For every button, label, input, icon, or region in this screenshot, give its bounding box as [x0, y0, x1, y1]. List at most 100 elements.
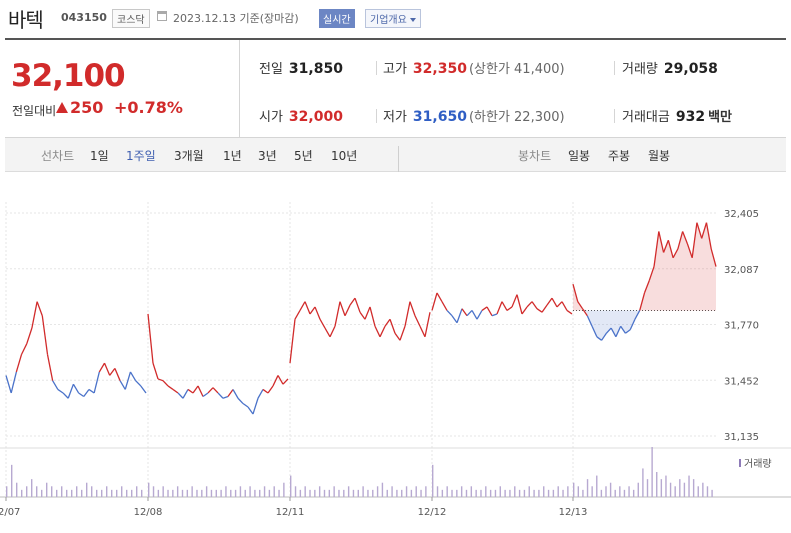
- volume-bar: [692, 479, 695, 497]
- company-overview-label: 기업개요: [370, 15, 407, 26]
- volume-bar: [557, 486, 559, 497]
- high-label: 고가: [383, 62, 407, 77]
- volume-bar: [21, 489, 23, 497]
- price-segment: [419, 325, 426, 338]
- period-1y[interactable]: 1년: [223, 147, 242, 164]
- price-segment: [5, 375, 12, 394]
- y-tick-label: 31,135: [724, 432, 759, 443]
- market-badge: 코스닥: [112, 9, 150, 28]
- open-label: 시가: [259, 110, 283, 125]
- price-segment: [309, 306, 316, 315]
- price-segment: [566, 309, 573, 315]
- volume-bar: [234, 489, 237, 497]
- volume-bar: [111, 489, 113, 497]
- prev-close-stat: 전일 31,850: [259, 58, 343, 77]
- volume-bar: [552, 489, 555, 497]
- price-segment: [531, 301, 538, 310]
- volume-bar: [470, 486, 473, 497]
- volume-bar: [96, 489, 98, 497]
- volume-bars: [6, 447, 713, 497]
- divider: [376, 109, 377, 123]
- period-3y[interactable]: 3년: [258, 147, 277, 164]
- price-chart[interactable]: 32,40532,08731,77031,45231,135 12/0712/0…: [0, 172, 791, 533]
- price-change-value: 250: [70, 98, 104, 117]
- price-segment: [10, 371, 18, 394]
- candle-monthly[interactable]: 월봉: [648, 147, 670, 164]
- price-segment: [187, 388, 194, 394]
- price-segment: [486, 306, 493, 317]
- volume-bar: [121, 486, 123, 497]
- price-segment: [109, 368, 116, 376]
- price-segment: [334, 301, 341, 327]
- price-segment: [441, 301, 448, 311]
- candle-chart-title: 봉차트: [518, 149, 552, 163]
- volume-bar: [614, 489, 616, 497]
- y-tick-label: 31,770: [724, 321, 759, 332]
- volume-bar: [523, 489, 526, 497]
- price-segment: [506, 306, 513, 311]
- price-segment: [282, 378, 289, 385]
- up-triangle-icon: [56, 102, 68, 113]
- volume-bar: [191, 486, 193, 497]
- price-segment: [242, 402, 249, 408]
- volume-bar: [446, 486, 448, 497]
- volume-legend-swatch: [739, 459, 741, 467]
- volume-bar: [76, 486, 78, 497]
- volume-bar: [456, 489, 458, 497]
- price-segment: [93, 371, 100, 394]
- volume-bar: [196, 489, 198, 497]
- volume-bar: [333, 486, 335, 497]
- volume-bar: [432, 464, 434, 497]
- volume-bar: [425, 486, 427, 497]
- price-segment: [262, 388, 269, 394]
- period-1d[interactable]: 1일: [90, 147, 109, 164]
- price-segment: [202, 392, 209, 398]
- price-segment: [217, 392, 224, 399]
- price-segment: [267, 385, 274, 394]
- volume-bar: [415, 486, 417, 497]
- volume-bar: [362, 486, 364, 497]
- price-segment: [466, 310, 473, 317]
- company-overview-dropdown[interactable]: 기업개요: [365, 9, 421, 28]
- volume-bar: [136, 486, 138, 497]
- price-segment: [379, 325, 386, 338]
- price-segment: [476, 310, 483, 320]
- period-10y[interactable]: 10년: [331, 147, 357, 164]
- prev-close-value: 31,850: [288, 61, 343, 77]
- period-5y[interactable]: 5년: [294, 147, 313, 164]
- volume-bar: [352, 489, 355, 497]
- price-segment: [349, 297, 356, 306]
- stock-name: 바텍: [8, 8, 44, 32]
- period-1w[interactable]: 1주일: [126, 147, 156, 164]
- volume-bar: [372, 489, 374, 497]
- volume-bar: [656, 472, 658, 497]
- price-segment: [404, 301, 411, 327]
- volume-bar: [605, 486, 607, 497]
- y-tick-label: 31,452: [724, 376, 759, 387]
- volume-bar: [172, 489, 174, 497]
- price-segment: [252, 398, 259, 415]
- calendar-icon: [157, 11, 167, 21]
- volume-bar: [36, 486, 38, 497]
- volume-bar: [61, 486, 63, 497]
- price-segment: [319, 318, 326, 329]
- volume-bar: [632, 489, 635, 497]
- price-segment: [394, 332, 401, 341]
- volume-bar: [660, 479, 663, 497]
- price-segment: [541, 304, 548, 313]
- candle-daily[interactable]: 일봉: [568, 147, 590, 164]
- volume-bar: [410, 489, 413, 497]
- price-segment: [98, 362, 106, 373]
- as-of-date: 2023.12.13 기준(장마감): [173, 12, 299, 25]
- volume-bar: [688, 475, 690, 497]
- volume-bar: [210, 489, 213, 497]
- volume-bar: [619, 486, 621, 497]
- volume-bar: [56, 489, 58, 497]
- period-3m[interactable]: 3개월: [174, 147, 204, 164]
- candle-weekly[interactable]: 주봉: [608, 147, 630, 164]
- volume-bar: [41, 489, 43, 497]
- volume-bar: [504, 489, 506, 497]
- price-segment: [294, 310, 301, 320]
- realtime-button[interactable]: 실시간: [319, 9, 355, 28]
- price-segment: [67, 383, 75, 399]
